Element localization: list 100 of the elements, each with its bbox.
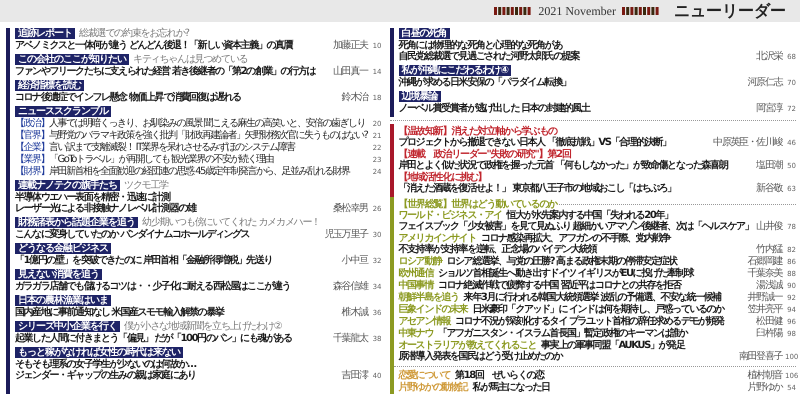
author-name: 森谷信雄 [333, 281, 368, 292]
article-title: 原潜導入発表を国民はどう受け止めたのか [398, 351, 564, 362]
author-name: 山井俊 [756, 221, 782, 232]
author-name: 南田登喜子 [738, 351, 782, 362]
news-headline: 【政治】人事では明暗くっきり、お馴染みの風景 聞こえる麻生の高笑いと、安倍の歯ぎしり [15, 118, 366, 129]
article-title: コロナ絶滅作戦で疲弊する中国 習近平はコロナとの共存を拒否 [438, 280, 682, 291]
news-headline: 【企業】言い訳まで支離滅裂！ IT業界を呆れさせるみずほのシステム障害 [15, 142, 296, 153]
author-name: 加藤正夫 [333, 40, 368, 51]
issue-date: 2021 November [538, 4, 616, 18]
author-name: 千葉奈美 [748, 268, 782, 279]
article-title: 岸田とよく似た状況で政権を握った元首 「何もしなかった」が致命傷となった森喜朗 [398, 160, 729, 171]
section-tag: 日本の農林漁業はいま [15, 295, 111, 306]
series-heading: 【連載 政治リーダー"失敗の研究"】第2回 [398, 149, 571, 160]
article-title: 死角には物理的な死角と心理的な死角があ [398, 40, 562, 51]
column-label: ワールド・ビジネス・アイ [398, 210, 502, 221]
section-tag: 連載ナノテクの旗手たち [15, 180, 120, 191]
author-name: 松田健 [756, 316, 782, 327]
section-tag: 財務諸表から話題企業を追う [15, 217, 138, 228]
author-name: 北沢栄 [756, 51, 782, 62]
stripe-ornament-icon [622, 7, 660, 15]
news-headline: 【業界】「GoToトラベル」が再開しても 観光業界の不安が続く理由 [15, 154, 274, 165]
series-heading: 【世界総覧】世界はどう動いているのか [398, 199, 557, 210]
column-label: 恋愛について [398, 370, 450, 381]
section-subtitle: ツクモ工学 [124, 180, 168, 191]
author-name: 竹内猛 [756, 244, 782, 255]
column-label: 巨象インドの未来 [398, 304, 468, 315]
stripe-ornament-icon [494, 7, 532, 15]
section-subtitle: 総裁選での約束をお忘れか? [79, 28, 189, 39]
author-name: 井野誠一 [748, 292, 782, 303]
article-title: 「アフガニスタン・イスラム首長国」暫定政権のキーマンは誰か [438, 328, 689, 339]
author-name: 児玉万里子 [324, 229, 368, 240]
author-name: 塩田潮 [756, 160, 782, 171]
article-title: コロナ後遺症でインフレ懸念 物価上昇で消費回復は遅れる [15, 92, 242, 103]
article-title: 「消えた酒蔵を復活せよ！」 東京都八王子市の地域おこし「はちぷろ」 [398, 183, 677, 194]
news-headline: 【財界】岸田新首相を全面歓迎の経団連の思惑 45歳定年制発言から、足並み乱れる財界 [15, 166, 351, 177]
author-name: 片野ゆか [748, 382, 782, 393]
section-tag: シリーズ中小企業を行く [15, 321, 120, 332]
author-name: 新谷敬 [756, 183, 782, 194]
author-name: 植村朝音 [748, 370, 782, 381]
article-title: 来年3月に行われる韓国大統領選挙 波乱の予備選、不安な統一候補 [464, 292, 722, 303]
section-subtitle: 僕が小さな地域新聞を立ち上げたわけ② [124, 321, 282, 332]
news-headline: 【官界】与野党のバラマキ政策を強く批判「財政再建論者」矢野財務次官に失うものはない? [15, 130, 368, 141]
article-title: 私が馬主になった日 [472, 382, 551, 393]
column-label: アセアン情報 [398, 316, 450, 327]
author-name: 河原仁志 [748, 77, 782, 88]
author-name: 吉田澪 [342, 370, 368, 381]
article-title: コロナ不況が深刻化するタイ プラユット首相の辞任求めるデモが頻発 [455, 316, 726, 327]
article-title: 起業した人間に付きまとう「偏見」 だが「100円のパン」にも魂がある [15, 333, 293, 344]
magazine-logo: ニューリーダー [674, 0, 786, 22]
article-title: 「1億円の壁」を突破できたのに 岸田首相「金融所得増税」先送り [15, 255, 274, 266]
section-subtitle: 幼少期いつも傍にいてくれた カメカメハー！ [142, 217, 320, 228]
author-name: 小中亘 [342, 255, 368, 266]
article-title: 事実上の軍事同盟「AUKUS」が発足 [541, 340, 686, 351]
article-title: フェイスブック「少女被害」を見て見ぬふり 超細かいアマゾン後継者、次は「ヘルスケア」 [398, 221, 754, 232]
author-name: 石郷岡建 [748, 256, 782, 267]
article-title: コロナ感染再拡大、アフガンの不手際、党内戦争 [480, 233, 672, 244]
section-tag: 私が沖縄にこだわるわけ④ [398, 65, 511, 76]
author-name: 椎木誠 [342, 307, 368, 318]
author-name: 山田真一 [333, 66, 368, 77]
section-tag: 経済指標を読む [15, 80, 84, 91]
section-tag: この会社のここが知りたい [15, 54, 129, 65]
article-title: ガラガラ店舗でも儲けるコツは・・少子化に耐える西松屋はここが違う [15, 281, 292, 292]
article-title: 自民党総裁選で見過ごされた河野太郎氏の提案 [398, 51, 581, 62]
article-title: ノーベル賞受賞者が逃げ出した 日本の封建的風土 [398, 103, 592, 114]
article-title: ファンやフリークたちに支えられた経営 若き後継者の「第2の創業」の行方は [15, 66, 317, 77]
article-title: アベノミクスと一体何が違う どんどん後退！「新しい資本主義」の真贋 [15, 40, 294, 51]
article-title: 沖縄が求める日米安保の「パラダイム転換」 [398, 77, 572, 88]
column-label: ロシア動静 [398, 256, 442, 267]
author-name: 笠井亮平 [748, 304, 782, 315]
article-title: レーザー光による非接触ナノレベル計測器の雄 [15, 203, 198, 214]
article-title: ロシア総選挙、与党の圧勝? 高まる政権末期の停滞安定症状 [446, 256, 678, 267]
column-label: 中国事情 [398, 280, 433, 291]
article-title: そもそも理系の女子学生が少ないのは何故か… [15, 359, 198, 370]
column-label: アメリカインサイト [398, 233, 476, 244]
article-title: ジェンダー・ギャップの生みの親は家庭にあり [15, 370, 197, 381]
series-heading: 【温故知新】消えた対立軸から学ぶもの [398, 126, 558, 137]
column-label: オーストラリアが教えてくれること [398, 340, 536, 351]
article-title: ショルツ首相誕生へ動き出すドイツ イギリスがEUに投げた牽制球 [438, 268, 695, 279]
section-tag: 追跡レポート [15, 28, 75, 39]
column-label: 朝鮮半島を追う [398, 292, 459, 303]
section-tag: 見えない消費を追う [15, 269, 102, 280]
article-title: 恒大が水先案内する中国「失われる20年」 [506, 210, 674, 221]
author-name: 岡宮淳 [756, 103, 782, 114]
article-title: 日米豪印「クアッド」に インドは何を期待し、戸惑っているのか [472, 304, 726, 315]
author-name: 桑松幸男 [333, 203, 368, 214]
author-name: 千葉龍太 [333, 333, 368, 344]
author-name: 臼杵陽 [756, 328, 782, 339]
series-heading: 【地域活性化に挑む】 [398, 172, 488, 183]
article-title: 不支持率が支持率を逆転、正念場のバイデン大統領 [398, 244, 598, 255]
article-title: 半導体ウエハー表面を精密・迅速に計測 [15, 192, 170, 203]
column-label: 中東ナウ [398, 328, 433, 339]
author-name: 中原英臣・佐川峻 [713, 137, 782, 148]
section-tag: 白昼の死角 [398, 28, 450, 39]
author-name: 鈴木治 [342, 92, 368, 103]
section-tag: ニューススクランブル [15, 106, 111, 117]
section-subtitle: キティちゃんは見つめている [133, 54, 248, 65]
section-tag: もっと稼がなければ女性の時代は来ない [15, 347, 183, 358]
article-title: こんなに変身していたのか バンダイナムコホールディングス [15, 229, 250, 240]
section-tag: 辺境暴論 [398, 91, 440, 102]
section-tag: どうなる金融ビジネス [15, 243, 111, 254]
